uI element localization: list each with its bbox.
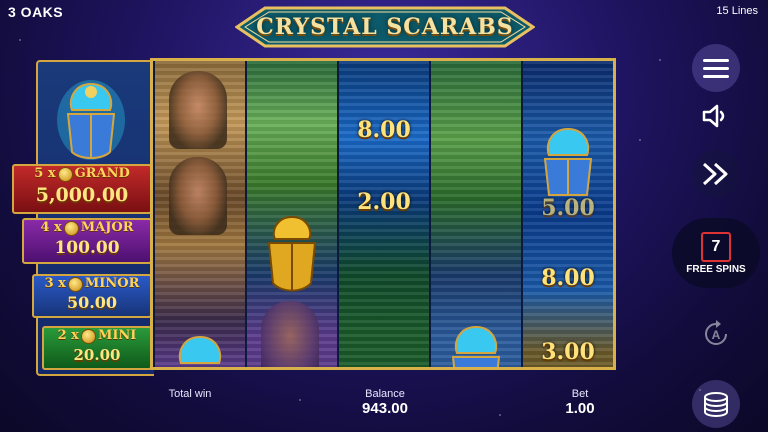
coin-icon — [63, 220, 79, 236]
jackpot-mini: 2 x MINI 20.00 — [42, 326, 152, 370]
game-title: CRYSTAL SCARABS — [256, 14, 514, 40]
coin-stack-icon — [704, 392, 728, 417]
crystal-scarab-icon — [451, 325, 501, 367]
balance-value: 943.00 — [362, 400, 408, 417]
cash-value-label: 8.00 — [357, 117, 411, 143]
speaker-icon — [702, 104, 725, 128]
bet-display: Bet 1.00 — [545, 388, 615, 417]
jackpot-mini-name: MINI — [97, 328, 137, 343]
crystal-scarab-icon — [57, 80, 125, 160]
jackpot-major-name: MAJOR — [80, 220, 134, 235]
reel-5: 5.00 8.00 3.00 — [523, 61, 613, 367]
autoplay-button[interactable]: A — [692, 310, 740, 358]
coin-icon — [57, 166, 73, 182]
reel-4 — [431, 61, 521, 367]
balance-display: Balance 943.00 — [340, 388, 430, 417]
crystal-scarab-icon — [178, 335, 222, 364]
cash-value-label: 2.00 — [357, 189, 411, 215]
jackpot-minor: 3 x MINOR 50.00 — [32, 274, 152, 318]
game-title-plate: CRYSTAL SCARABS — [235, 6, 535, 48]
jackpot-mini-multiplier: 2 x — [57, 328, 79, 343]
jackpot-minor-value: 50.00 — [66, 293, 118, 312]
paylines-count: 15 Lines — [716, 5, 758, 17]
reel-1 — [155, 61, 245, 367]
cash-value-label: 5.00 — [541, 195, 595, 221]
jackpot-grand: 5 x GRAND 5,000.00 — [12, 164, 152, 214]
bet-label: Bet — [571, 388, 589, 400]
crystal-scarab-icon — [543, 127, 593, 196]
balance-label: Balance — [365, 388, 405, 400]
sound-button[interactable] — [692, 92, 740, 140]
free-spins-counter: 7 FREE SPINS — [672, 218, 760, 288]
jackpot-major-value: 100.00 — [54, 238, 120, 258]
autoplay-icon: A — [705, 320, 727, 345]
svg-text:A: A — [712, 328, 721, 342]
cash-value-label: 3.00 — [541, 339, 595, 365]
jackpot-mini-value: 20.00 — [73, 346, 121, 364]
pharaoh-symbol — [261, 301, 319, 367]
total-win-label: Total win — [168, 388, 212, 400]
golden-scarab-icon — [267, 215, 317, 292]
reel-3: 8.00 2.00 — [339, 61, 429, 367]
stake-button[interactable] — [692, 380, 740, 428]
turbo-spin-button[interactable] — [692, 150, 740, 198]
jackpot-grand-multiplier: 5 x — [34, 166, 56, 181]
pharaoh-queen-symbol — [169, 157, 227, 235]
hamburger-menu-icon — [703, 59, 729, 78]
reel-grid: 8.00 2.00 5.00 8.00 3.00 — [150, 58, 616, 370]
brand-logo: 3 OAKS — [8, 4, 64, 20]
fast-forward-icon — [702, 162, 728, 186]
menu-button[interactable] — [692, 44, 740, 92]
jackpot-major-multiplier: 4 x — [40, 220, 62, 235]
jackpot-panel: 5 x GRAND 5,000.00 4 x MAJOR 100.00 3 x … — [12, 60, 154, 376]
total-win-display: Total win — [150, 388, 230, 400]
free-spins-count: 7 — [701, 231, 731, 262]
jackpot-grand-value: 5,000.00 — [35, 184, 129, 206]
bet-value: 1.00 — [565, 400, 595, 417]
coin-icon — [67, 276, 83, 292]
reel-2 — [247, 61, 337, 367]
coin-icon — [80, 328, 96, 344]
cash-value-label: 8.00 — [541, 265, 595, 291]
free-spins-label: FREE SPINS — [686, 263, 746, 275]
pharaoh-queen-symbol — [169, 71, 227, 149]
jackpot-major: 4 x MAJOR 100.00 — [22, 218, 152, 264]
jackpot-grand-name: GRAND — [74, 166, 130, 181]
jackpot-minor-name: MINOR — [84, 276, 140, 291]
jackpot-minor-multiplier: 3 x — [44, 276, 66, 291]
